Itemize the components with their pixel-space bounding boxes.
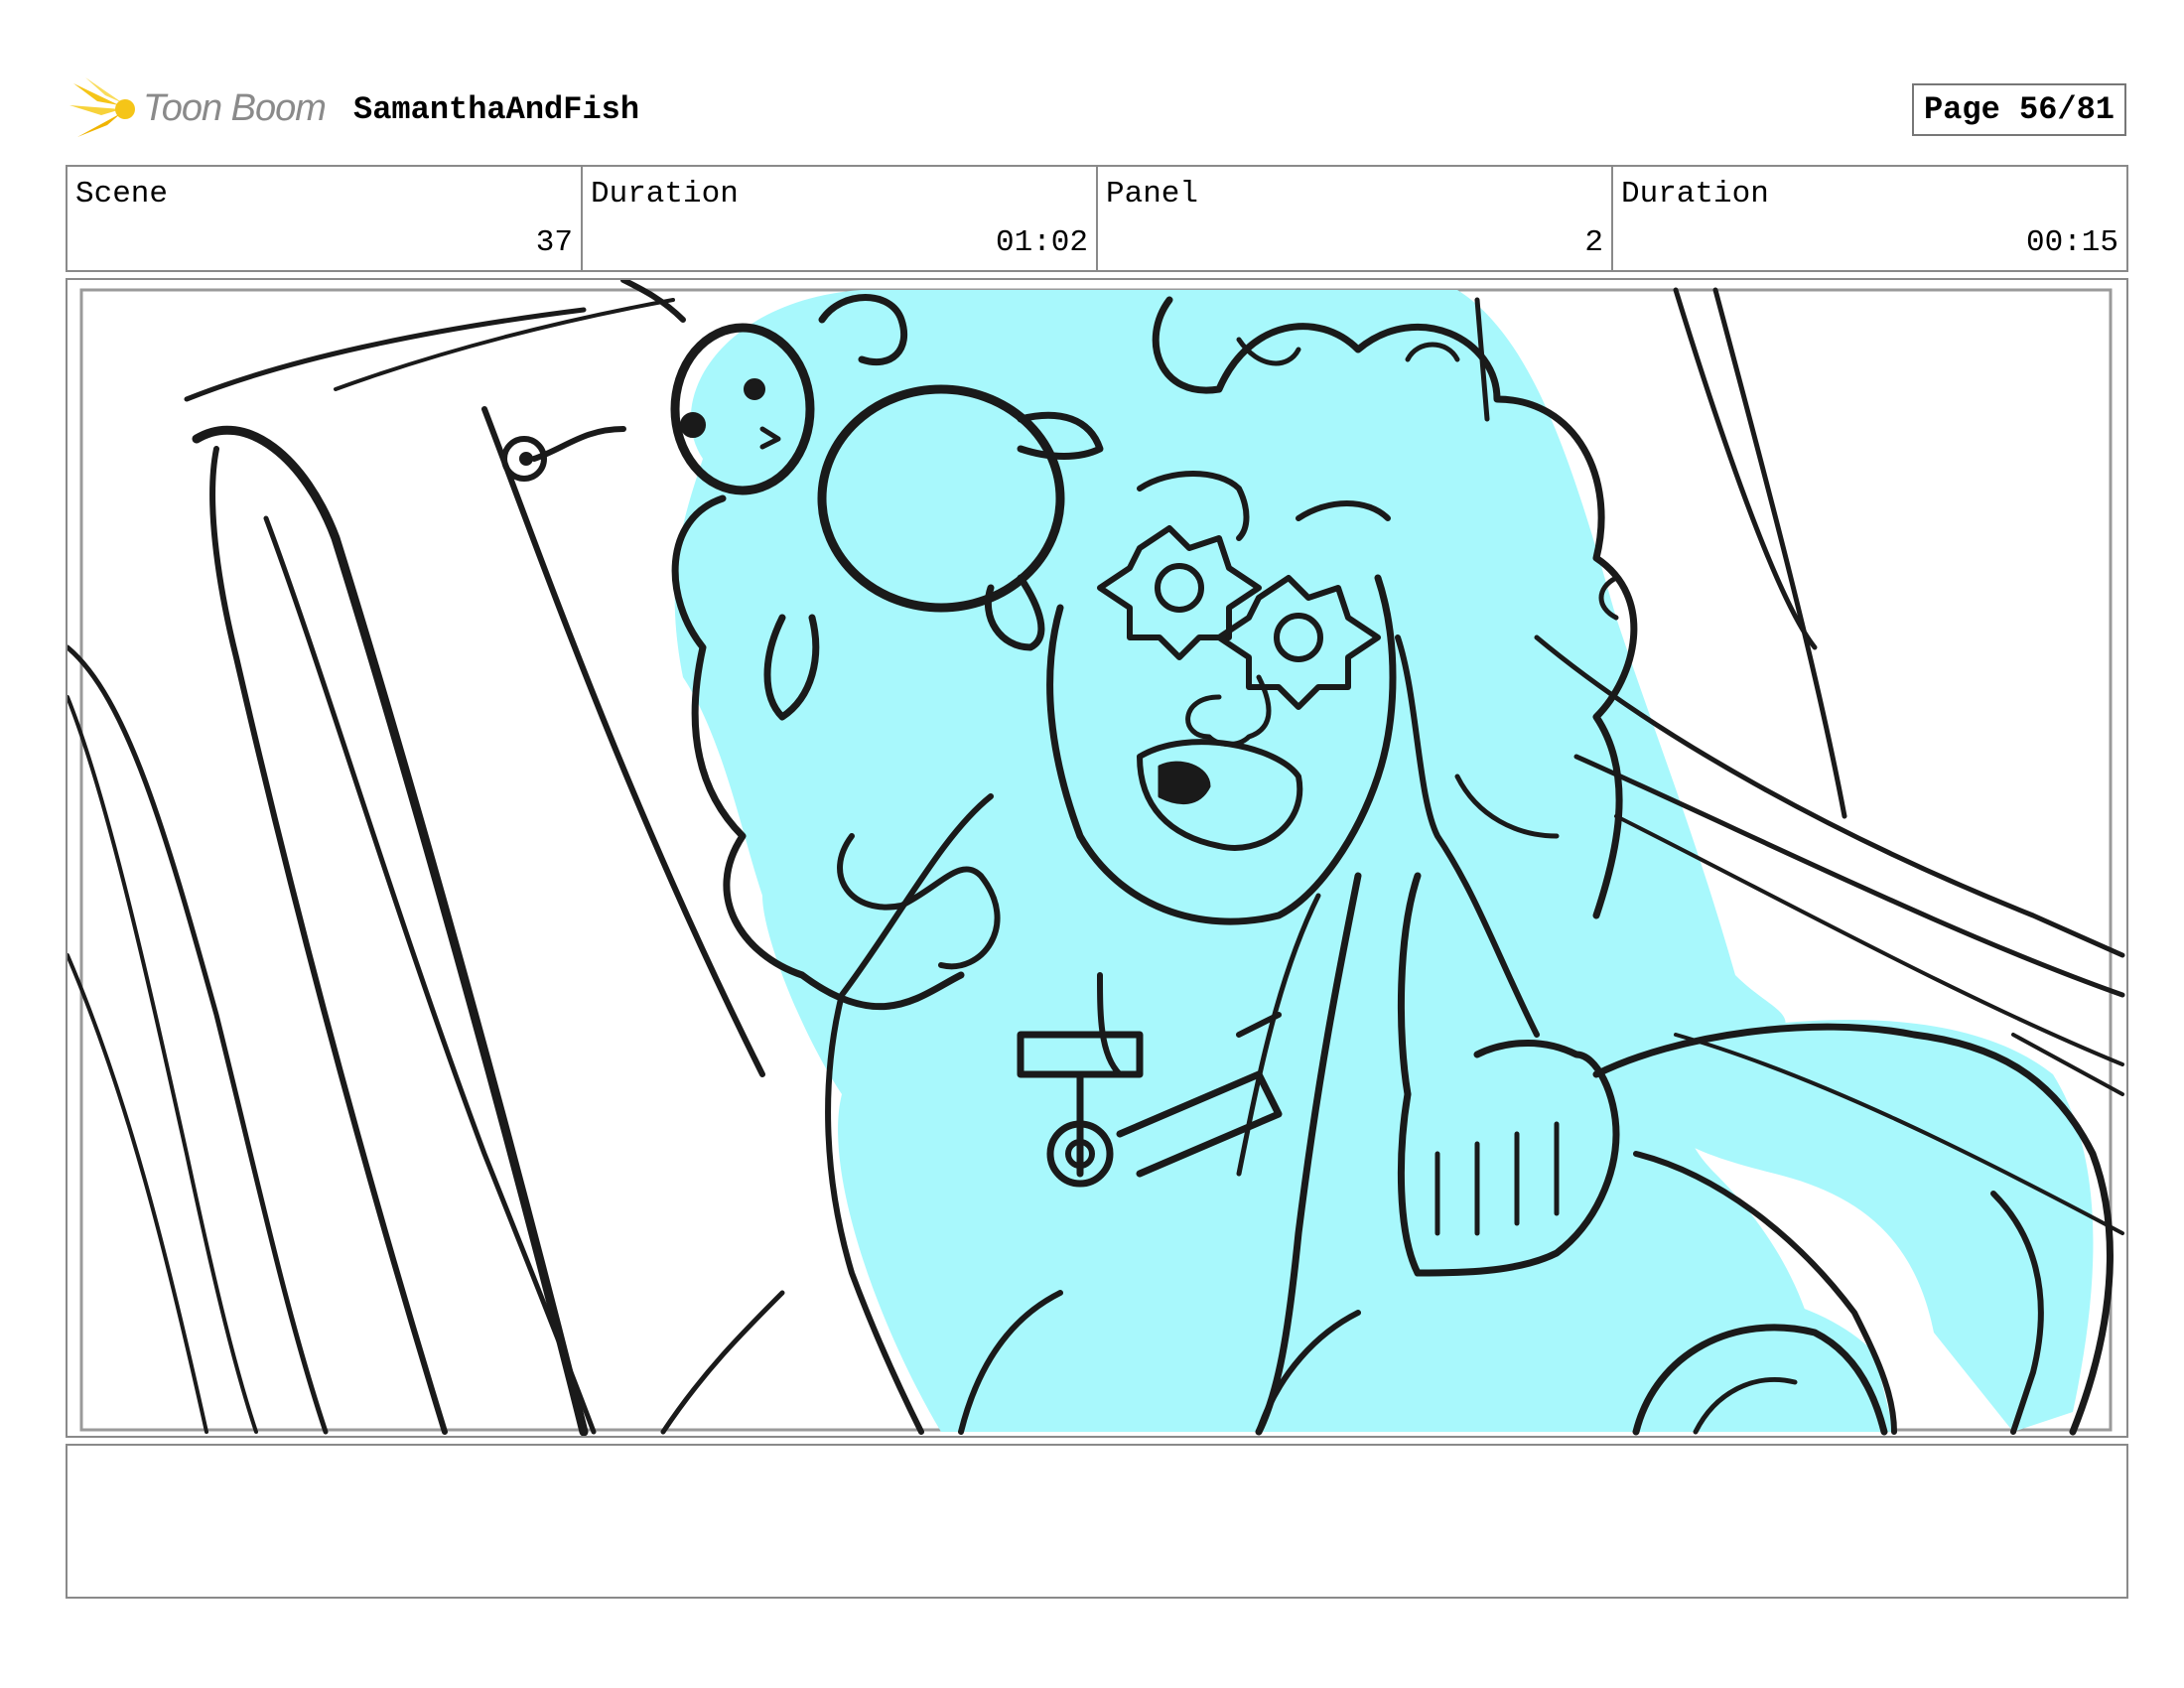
- panel-label: Panel: [1106, 177, 1199, 211]
- logo-text: Toon Boom: [143, 87, 327, 129]
- sketch-drawing: [68, 280, 2125, 1436]
- toon-boom-logo: Toon Boom: [68, 75, 336, 147]
- scene-cell: Scene 37: [68, 167, 583, 270]
- panel-value: 2: [1584, 225, 1603, 260]
- scene-value: 37: [535, 225, 573, 260]
- panel-cell: Panel 2: [1098, 167, 1613, 270]
- star-burst-icon: [69, 77, 135, 137]
- page-number: Page 56/81: [1911, 83, 2126, 136]
- panel-duration-label: Duration: [1621, 177, 1769, 211]
- panel-duration-cell: Duration 00:15: [1613, 167, 2126, 270]
- scene-duration-cell: Duration 01:02: [583, 167, 1098, 270]
- panel-duration-value: 00:15: [2025, 225, 2118, 260]
- panel-info-row: Scene 37 Duration 01:02 Panel 2 Duration…: [66, 165, 2128, 272]
- scene-duration-value: 01:02: [995, 225, 1088, 260]
- scene-label: Scene: [75, 177, 169, 211]
- storyboard-panel-image: [66, 278, 2128, 1438]
- project-title: SamanthaAndFish: [353, 91, 640, 128]
- character-color-fill: [674, 290, 2094, 1432]
- panel-notes: [66, 1444, 2128, 1599]
- storyboard-header: Toon Boom SamanthaAndFish Page 56/81: [68, 75, 2126, 147]
- scene-duration-label: Duration: [591, 177, 739, 211]
